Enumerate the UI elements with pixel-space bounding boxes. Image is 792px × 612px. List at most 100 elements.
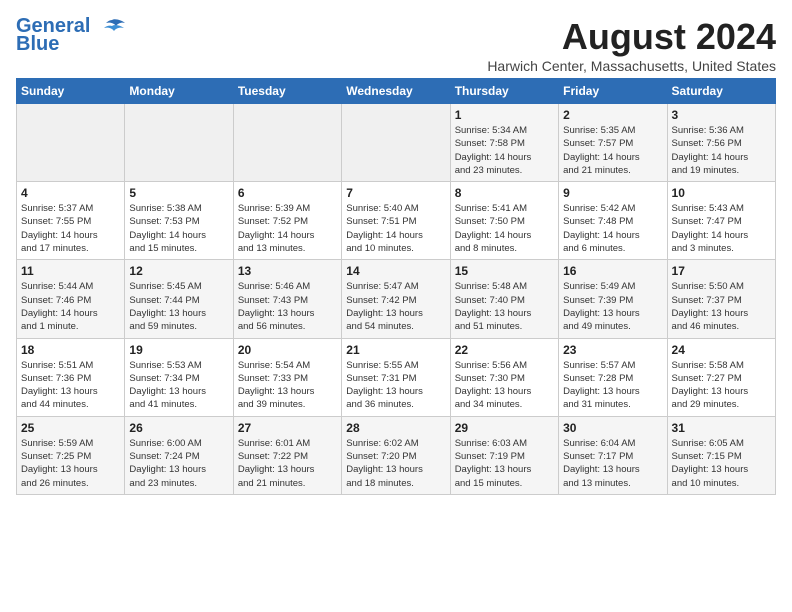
calendar-cell: 8 Sunrise: 5:41 AM Sunset: 7:50 PM Daylig…	[450, 182, 558, 260]
day-content: Sunrise: 6:05 AM Sunset: 7:15 PM Dayligh…	[672, 437, 771, 490]
day-content: Sunrise: 6:01 AM Sunset: 7:22 PM Dayligh…	[238, 437, 337, 490]
day-number: 11	[21, 264, 120, 278]
calendar-cell: 22Sunrise: 5:56 AM Sunset: 7:30 PM Dayli…	[450, 338, 558, 416]
weekday-header-friday: Friday	[559, 79, 667, 104]
day-number: 22	[455, 343, 554, 357]
day-content: Sunrise: 5:40 AM Sunset: 7:51 PM Dayligh…	[346, 202, 445, 255]
day-number: 9	[563, 186, 662, 200]
day-number: 7	[346, 186, 445, 200]
day-content: Sunrise: 6:04 AM Sunset: 7:17 PM Dayligh…	[563, 437, 662, 490]
day-number: 4	[21, 186, 120, 200]
calendar-cell: 29Sunrise: 6:03 AM Sunset: 7:19 PM Dayli…	[450, 416, 558, 494]
logo: General Blue	[16, 16, 126, 54]
calendar-cell: 24Sunrise: 5:58 AM Sunset: 7:27 PM Dayli…	[667, 338, 775, 416]
day-number: 31	[672, 421, 771, 435]
weekday-header-thursday: Thursday	[450, 79, 558, 104]
day-number: 12	[129, 264, 228, 278]
day-number: 16	[563, 264, 662, 278]
day-content: Sunrise: 6:02 AM Sunset: 7:20 PM Dayligh…	[346, 437, 445, 490]
day-number: 26	[129, 421, 228, 435]
weekday-header-saturday: Saturday	[667, 79, 775, 104]
calendar-cell: 17 Sunrise: 5:50 AM Sunset: 7:37 PM Dayli…	[667, 260, 775, 338]
day-number: 30	[563, 421, 662, 435]
day-content: Sunrise: 5:53 AM Sunset: 7:34 PM Dayligh…	[129, 359, 228, 412]
calendar-cell: 14Sunrise: 5:47 AM Sunset: 7:42 PM Dayli…	[342, 260, 450, 338]
title-block: August 2024 Harwich Center, Massachusett…	[487, 16, 776, 74]
calendar-cell: 13 Sunrise: 5:46 AM Sunset: 7:43 PM Dayli…	[233, 260, 341, 338]
day-number: 19	[129, 343, 228, 357]
day-content: Sunrise: 5:43 AM Sunset: 7:47 PM Dayligh…	[672, 202, 771, 255]
calendar-cell: 18 Sunrise: 5:51 AM Sunset: 7:36 PM Dayli…	[17, 338, 125, 416]
calendar-week-1: 1 Sunrise: 5:34 AM Sunset: 7:58 PM Daylig…	[17, 104, 776, 182]
page-header: General Blue August 2024 Harwich Center,…	[16, 16, 776, 74]
calendar-cell: 28 Sunrise: 6:02 AM Sunset: 7:20 PM Dayli…	[342, 416, 450, 494]
day-content: Sunrise: 5:47 AM Sunset: 7:42 PM Dayligh…	[346, 280, 445, 333]
day-content: Sunrise: 5:54 AM Sunset: 7:33 PM Dayligh…	[238, 359, 337, 412]
day-content: Sunrise: 5:55 AM Sunset: 7:31 PM Dayligh…	[346, 359, 445, 412]
calendar-cell	[233, 104, 341, 182]
day-content: Sunrise: 5:51 AM Sunset: 7:36 PM Dayligh…	[21, 359, 120, 412]
day-number: 8	[455, 186, 554, 200]
calendar-week-4: 18 Sunrise: 5:51 AM Sunset: 7:36 PM Dayli…	[17, 338, 776, 416]
day-content: Sunrise: 6:00 AM Sunset: 7:24 PM Dayligh…	[129, 437, 228, 490]
calendar-cell: 19 Sunrise: 5:53 AM Sunset: 7:34 PM Dayli…	[125, 338, 233, 416]
day-number: 27	[238, 421, 337, 435]
calendar-cell	[17, 104, 125, 182]
day-number: 21	[346, 343, 445, 357]
day-content: Sunrise: 5:50 AM Sunset: 7:37 PM Dayligh…	[672, 280, 771, 333]
day-content: Sunrise: 5:45 AM Sunset: 7:44 PM Dayligh…	[129, 280, 228, 333]
day-number: 24	[672, 343, 771, 357]
day-number: 13	[238, 264, 337, 278]
calendar-week-3: 11 Sunrise: 5:44 AM Sunset: 7:46 PM Dayli…	[17, 260, 776, 338]
calendar-cell: 4 Sunrise: 5:37 AM Sunset: 7:55 PM Daylig…	[17, 182, 125, 260]
calendar-cell: 1 Sunrise: 5:34 AM Sunset: 7:58 PM Daylig…	[450, 104, 558, 182]
day-number: 17	[672, 264, 771, 278]
day-content: Sunrise: 5:49 AM Sunset: 7:39 PM Dayligh…	[563, 280, 662, 333]
day-number: 6	[238, 186, 337, 200]
day-number: 28	[346, 421, 445, 435]
day-content: Sunrise: 5:42 AM Sunset: 7:48 PM Dayligh…	[563, 202, 662, 255]
calendar-cell: 15Sunrise: 5:48 AM Sunset: 7:40 PM Dayli…	[450, 260, 558, 338]
weekday-header-row: SundayMondayTuesdayWednesdayThursdayFrid…	[17, 79, 776, 104]
day-content: Sunrise: 5:46 AM Sunset: 7:43 PM Dayligh…	[238, 280, 337, 333]
calendar-cell: 10 Sunrise: 5:43 AM Sunset: 7:47 PM Dayli…	[667, 182, 775, 260]
calendar-cell: 3Sunrise: 5:36 AM Sunset: 7:56 PM Daylig…	[667, 104, 775, 182]
day-content: Sunrise: 5:34 AM Sunset: 7:58 PM Dayligh…	[455, 124, 554, 177]
day-number: 18	[21, 343, 120, 357]
calendar-week-2: 4 Sunrise: 5:37 AM Sunset: 7:55 PM Daylig…	[17, 182, 776, 260]
day-content: Sunrise: 5:37 AM Sunset: 7:55 PM Dayligh…	[21, 202, 120, 255]
day-content: Sunrise: 5:38 AM Sunset: 7:53 PM Dayligh…	[129, 202, 228, 255]
weekday-header-tuesday: Tuesday	[233, 79, 341, 104]
calendar-cell: 26 Sunrise: 6:00 AM Sunset: 7:24 PM Dayli…	[125, 416, 233, 494]
weekday-header-wednesday: Wednesday	[342, 79, 450, 104]
calendar-table: SundayMondayTuesdayWednesdayThursdayFrid…	[16, 78, 776, 495]
day-number: 3	[672, 108, 771, 122]
weekday-header-sunday: Sunday	[17, 79, 125, 104]
day-content: Sunrise: 5:39 AM Sunset: 7:52 PM Dayligh…	[238, 202, 337, 255]
calendar-cell: 12 Sunrise: 5:45 AM Sunset: 7:44 PM Dayli…	[125, 260, 233, 338]
day-number: 23	[563, 343, 662, 357]
day-number: 10	[672, 186, 771, 200]
day-content: Sunrise: 5:44 AM Sunset: 7:46 PM Dayligh…	[21, 280, 120, 333]
calendar-cell: 27 Sunrise: 6:01 AM Sunset: 7:22 PM Dayli…	[233, 416, 341, 494]
calendar-cell: 6 Sunrise: 5:39 AM Sunset: 7:52 PM Daylig…	[233, 182, 341, 260]
logo-bird-icon	[98, 18, 126, 36]
calendar-cell	[125, 104, 233, 182]
logo-line2: Blue	[16, 34, 59, 54]
calendar-cell: 25Sunrise: 5:59 AM Sunset: 7:25 PM Dayli…	[17, 416, 125, 494]
day-number: 1	[455, 108, 554, 122]
day-content: Sunrise: 6:03 AM Sunset: 7:19 PM Dayligh…	[455, 437, 554, 490]
calendar-cell: 9 Sunrise: 5:42 AM Sunset: 7:48 PM Daylig…	[559, 182, 667, 260]
day-content: Sunrise: 5:59 AM Sunset: 7:25 PM Dayligh…	[21, 437, 120, 490]
day-number: 20	[238, 343, 337, 357]
calendar-cell: 11 Sunrise: 5:44 AM Sunset: 7:46 PM Dayli…	[17, 260, 125, 338]
day-content: Sunrise: 5:41 AM Sunset: 7:50 PM Dayligh…	[455, 202, 554, 255]
weekday-header-monday: Monday	[125, 79, 233, 104]
day-content: Sunrise: 5:57 AM Sunset: 7:28 PM Dayligh…	[563, 359, 662, 412]
calendar-cell: 20 Sunrise: 5:54 AM Sunset: 7:33 PM Dayli…	[233, 338, 341, 416]
calendar-cell: 23 Sunrise: 5:57 AM Sunset: 7:28 PM Dayli…	[559, 338, 667, 416]
calendar-cell: 30 Sunrise: 6:04 AM Sunset: 7:17 PM Dayli…	[559, 416, 667, 494]
day-content: Sunrise: 5:48 AM Sunset: 7:40 PM Dayligh…	[455, 280, 554, 333]
calendar-cell: 2Sunrise: 5:35 AM Sunset: 7:57 PM Daylig…	[559, 104, 667, 182]
location-subtitle: Harwich Center, Massachusetts, United St…	[487, 58, 776, 74]
